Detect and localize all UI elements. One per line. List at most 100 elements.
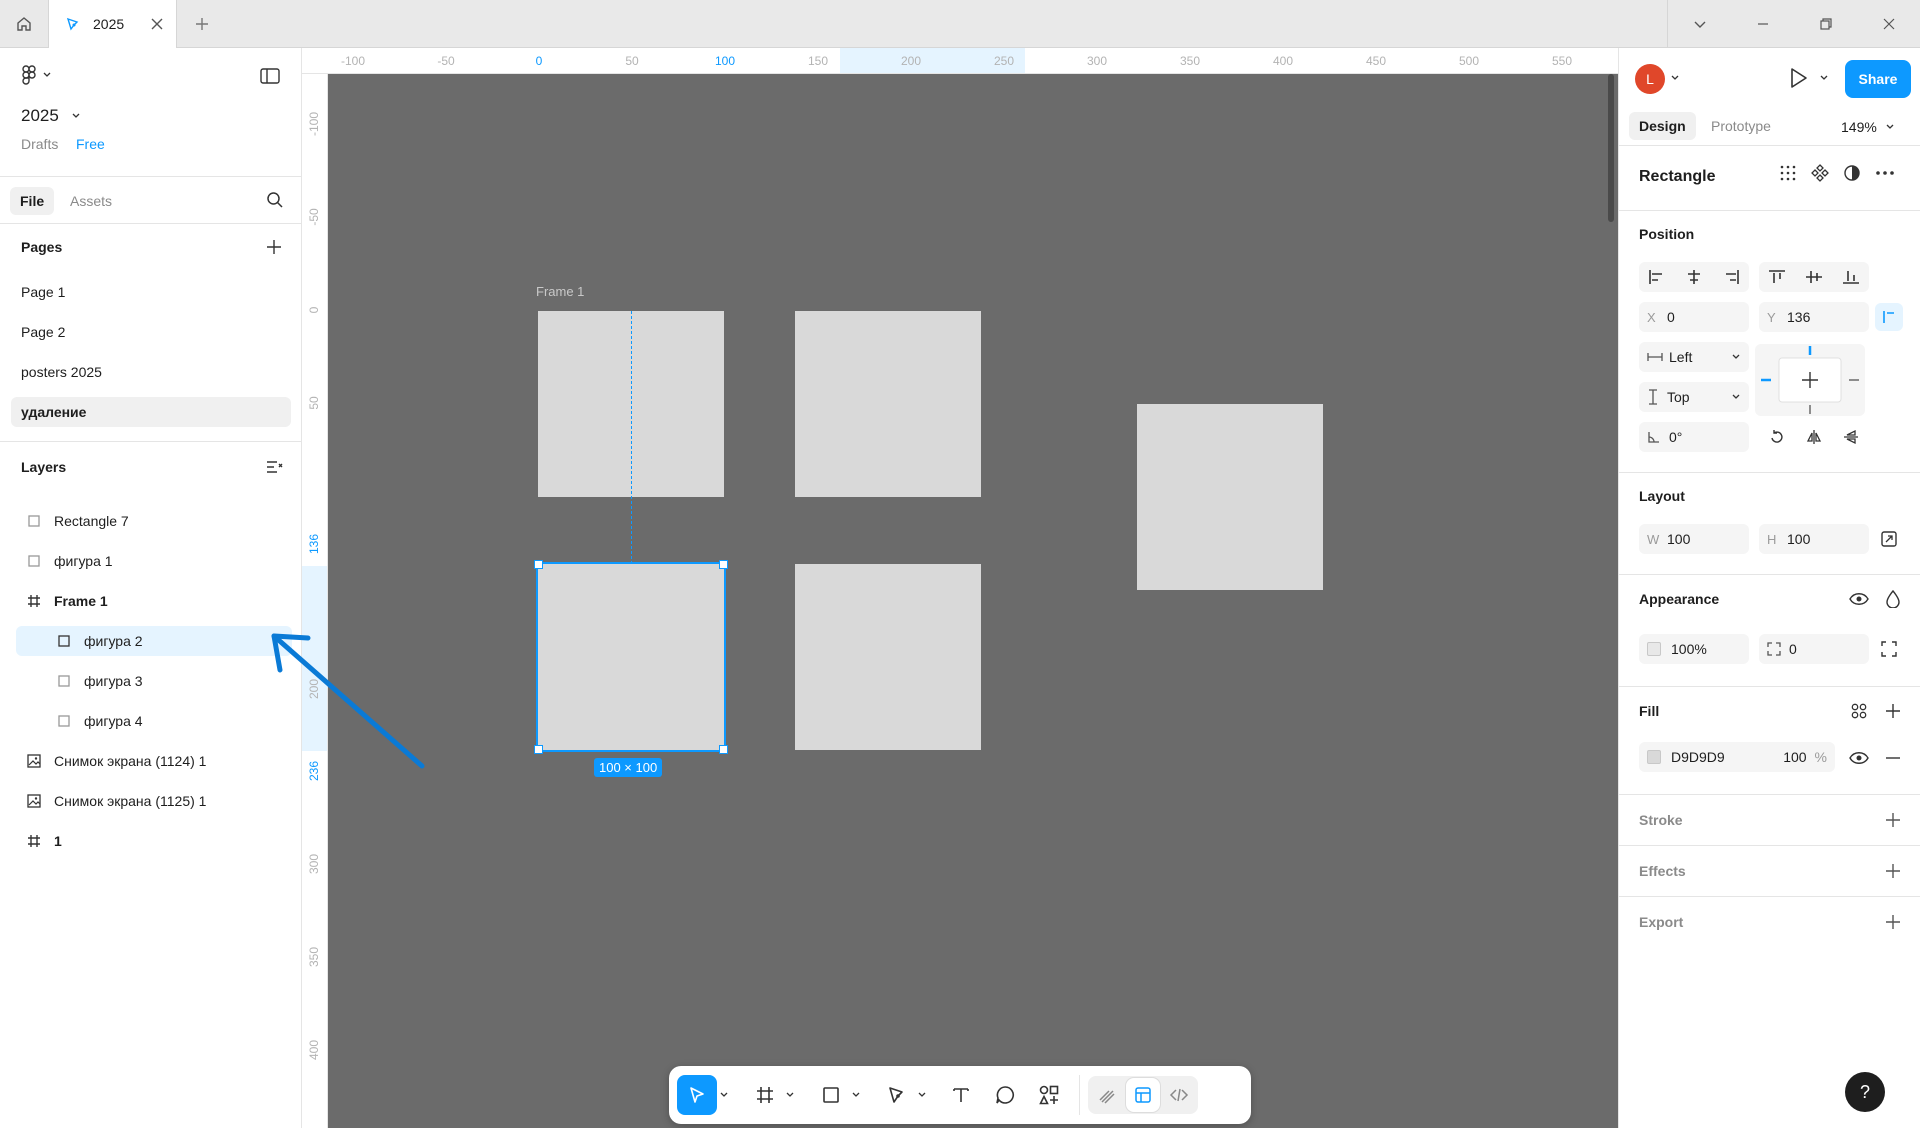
add-export-icon[interactable] <box>1885 914 1901 930</box>
resize-handle-top-left[interactable] <box>534 560 543 569</box>
move-tool-button[interactable] <box>677 1075 717 1115</box>
add-stroke-icon[interactable] <box>1885 812 1901 828</box>
page-item[interactable]: Page 2 <box>11 317 291 347</box>
main-menu-button[interactable] <box>20 64 52 86</box>
shape-rectangle-7[interactable] <box>1137 404 1323 590</box>
page-item[interactable]: Page 1 <box>11 277 291 307</box>
export-title[interactable]: Export <box>1639 914 1683 930</box>
search-icon[interactable] <box>266 191 284 209</box>
plan-badge[interactable]: Free <box>76 136 105 152</box>
constraint-widget[interactable] <box>1755 344 1865 416</box>
horizontal-constraint-select[interactable]: Left <box>1639 342 1749 372</box>
chevron-down-icon[interactable] <box>1670 73 1680 83</box>
resize-handle-bottom-left[interactable] <box>534 745 543 754</box>
pen-tool-button[interactable] <box>879 1075 915 1115</box>
file-location[interactable]: Drafts <box>21 136 58 152</box>
flip-horizontal-icon[interactable] <box>1806 429 1822 445</box>
vertical-constraint-select[interactable]: Top <box>1639 382 1749 412</box>
layer-item[interactable]: Снимок экрана (1125) 1 <box>16 786 292 816</box>
component-icon[interactable] <box>1811 164 1829 182</box>
constraints-toggle[interactable] <box>1875 303 1903 331</box>
blend-mode-icon[interactable] <box>1885 590 1901 608</box>
file-name-menu[interactable]: 2025 <box>21 106 81 126</box>
opacity-field[interactable]: 100% <box>1639 634 1749 664</box>
text-tool-button[interactable] <box>939 1075 983 1115</box>
styles-icon[interactable] <box>1851 703 1867 719</box>
move-tool-menu[interactable] <box>717 1091 731 1099</box>
frame-tool-menu[interactable] <box>783 1091 797 1099</box>
width-field[interactable]: W 100 <box>1639 524 1749 554</box>
height-field[interactable]: H 100 <box>1759 524 1869 554</box>
vertical-scrollbar[interactable] <box>1608 74 1614 222</box>
y-field[interactable]: Y 136 <box>1759 302 1869 332</box>
resize-handle-top-right[interactable] <box>719 560 728 569</box>
draw-mode-button[interactable] <box>1090 1078 1124 1112</box>
add-effect-icon[interactable] <box>1885 863 1901 879</box>
new-tab-button[interactable] <box>190 12 214 36</box>
independent-corners-button[interactable] <box>1875 635 1903 663</box>
layer-item[interactable]: фигура 4 <box>16 706 292 736</box>
dev-mode-button[interactable] <box>1162 1078 1196 1112</box>
flip-vertical-icon[interactable] <box>1843 429 1859 445</box>
add-fill-icon[interactable] <box>1885 703 1901 719</box>
tab-prototype[interactable]: Prototype <box>1701 112 1781 140</box>
zoom-menu[interactable]: 149% <box>1841 119 1895 135</box>
shape-tool-menu[interactable] <box>849 1091 863 1099</box>
layer-item[interactable]: Rectangle 7 <box>16 506 292 536</box>
remove-fill-icon[interactable] <box>1885 750 1901 766</box>
shape-tool-button[interactable] <box>813 1075 849 1115</box>
align-top-icon[interactable] <box>1768 269 1786 285</box>
tab-file[interactable]: File <box>10 187 55 215</box>
mask-icon[interactable] <box>1843 164 1861 182</box>
grid-icon[interactable] <box>1779 164 1797 182</box>
tab-design[interactable]: Design <box>1629 112 1696 140</box>
resize-to-fit-button[interactable] <box>1875 525 1903 553</box>
layer-item-selected[interactable]: фигура 2 <box>16 626 292 656</box>
collapse-layers-icon[interactable] <box>266 459 284 475</box>
toggle-sidebar-button[interactable] <box>260 68 280 87</box>
layer-item[interactable]: Снимок экрана (1124) 1 <box>16 746 292 776</box>
add-page-icon[interactable] <box>266 239 282 255</box>
actions-button[interactable] <box>1027 1075 1071 1115</box>
align-bottom-icon[interactable] <box>1842 269 1860 285</box>
layer-item[interactable]: Frame 1 <box>16 586 292 616</box>
rotate-icon[interactable] <box>1769 429 1785 445</box>
eye-icon[interactable] <box>1849 750 1869 766</box>
align-left-icon[interactable] <box>1648 269 1666 285</box>
shape-figura-2-selected[interactable] <box>536 562 726 752</box>
present-play-icon[interactable] <box>1787 66 1809 90</box>
canvas[interactable]: Frame 1 100 × 100 <box>328 74 1618 1128</box>
close-window-button[interactable] <box>1857 0 1920 48</box>
pen-tool-menu[interactable] <box>915 1091 929 1099</box>
design-mode-button[interactable] <box>1126 1078 1160 1112</box>
file-tab[interactable]: 2025 <box>49 0 177 48</box>
align-center-horizontal-icon[interactable] <box>1685 269 1703 285</box>
help-button[interactable]: ? <box>1845 1072 1885 1112</box>
corner-radius-field[interactable]: 0 <box>1759 634 1869 664</box>
more-options-icon[interactable] <box>1875 164 1895 182</box>
layer-item[interactable]: 1 <box>16 826 292 856</box>
frame-label[interactable]: Frame 1 <box>536 284 584 299</box>
restore-button[interactable] <box>1794 0 1857 48</box>
shape-figura-4[interactable] <box>795 564 981 750</box>
chevron-down-icon[interactable] <box>1819 73 1829 83</box>
x-field[interactable]: X 0 <box>1639 302 1749 332</box>
align-middle-icon[interactable] <box>1805 269 1823 285</box>
effects-title[interactable]: Effects <box>1639 863 1686 879</box>
fill-swatch[interactable] <box>1647 750 1661 764</box>
frame-tool-button[interactable] <box>747 1075 783 1115</box>
tab-assets[interactable]: Assets <box>60 187 122 215</box>
stroke-title[interactable]: Stroke <box>1639 812 1683 828</box>
comment-tool-button[interactable] <box>983 1075 1027 1115</box>
fill-color-field[interactable]: D9D9D9 100 % <box>1639 742 1835 772</box>
minimize-button[interactable] <box>1731 0 1794 48</box>
close-tab-icon[interactable] <box>150 17 164 31</box>
layer-item[interactable]: фигура 1 <box>16 546 292 576</box>
rotation-field[interactable]: 0° <box>1639 422 1749 452</box>
align-right-icon[interactable] <box>1722 269 1740 285</box>
shape-rectangle[interactable] <box>795 311 981 497</box>
page-item-active[interactable]: удаление <box>11 397 291 427</box>
page-item[interactable]: posters 2025 <box>11 357 291 387</box>
eye-icon[interactable] <box>1849 591 1869 607</box>
share-button[interactable]: Share <box>1845 60 1911 98</box>
